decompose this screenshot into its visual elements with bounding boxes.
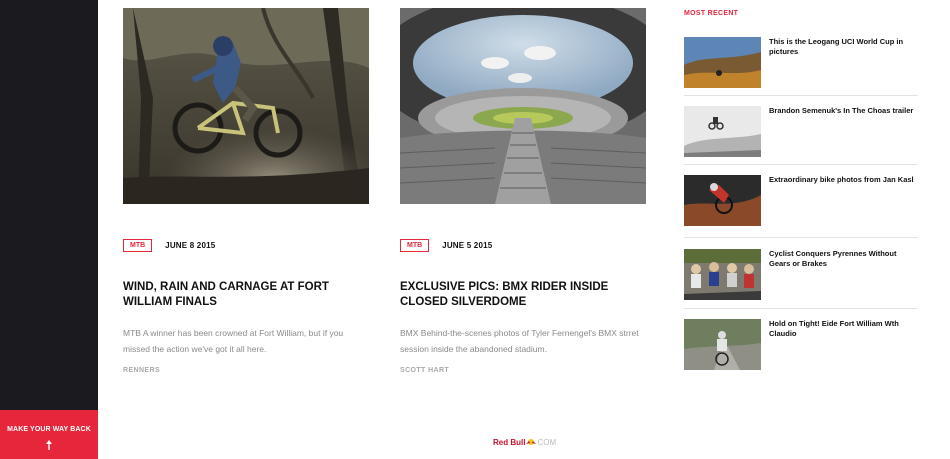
recent-item-title: Brandon Semenuk's In The Choas trailer — [769, 106, 914, 115]
divider — [684, 95, 918, 96]
recent-item-title: This is the Leogang UCI World Cup in pic… — [769, 37, 904, 56]
article-author[interactable]: SCOTT HART — [400, 367, 449, 374]
redbull-logo[interactable]: Red Bull COM — [493, 433, 556, 451]
back-to-top-button[interactable]: MAKE YOUR WAY BACK — [0, 410, 98, 459]
divider — [684, 237, 918, 238]
category-tag[interactable]: MTB — [400, 239, 430, 252]
logo-brand-text: Red Bull — [493, 437, 526, 447]
article-date: JUNE 5 2015 — [442, 241, 493, 250]
sidebar — [0, 0, 98, 459]
article-author[interactable]: RENNERS — [123, 367, 160, 374]
recent-item[interactable]: Hold on Tight! Eide Fort William Wth Cla… — [684, 319, 918, 379]
article-card: MTB JUNE 8 2015 WIND, RAIN AND CARNAGE A… — [123, 8, 369, 374]
article-meta: MTB JUNE 8 2015 — [123, 239, 215, 252]
recent-item-title: Hold on Tight! Eide Fort William Wth Cla… — [769, 319, 899, 338]
article-excerpt: BMX Behind-the-scenes photos of Tyler Fe… — [400, 328, 639, 354]
article-title[interactable]: EXCLUSIVE PICS: BMX RIDER INSIDE CLOSED … — [400, 280, 646, 310]
recent-thumbnail — [684, 106, 761, 157]
recent-thumbnail — [684, 175, 761, 226]
category-tag[interactable]: MTB — [123, 239, 153, 252]
most-recent-heading: MOST RECENT — [684, 10, 739, 17]
article-excerpt: MTB A winner has been crowned at Fort Wi… — [123, 328, 344, 354]
recent-item[interactable]: Extraordinary bike photos from Jan Kasl — [684, 175, 918, 235]
recent-thumbnail — [684, 319, 761, 370]
back-to-top-label: MAKE YOUR WAY BACK — [7, 426, 91, 433]
mtb-rider-photo[interactable] — [123, 8, 369, 204]
stadium-photo[interactable] — [400, 8, 646, 204]
recent-thumbnail — [684, 249, 761, 300]
bull-emblem-icon — [526, 433, 537, 451]
arrow-up-icon — [0, 437, 98, 455]
recent-item-title: Extraordinary bike photos from Jan Kasl — [769, 175, 914, 184]
divider — [684, 164, 918, 165]
article-date: JUNE 8 2015 — [165, 241, 216, 250]
article-card: MTB JUNE 5 2015 EXCLUSIVE PICS: BMX RIDE… — [400, 8, 646, 374]
article-title[interactable]: WIND, RAIN AND CARNAGE AT FORT WILLIAM F… — [123, 280, 369, 310]
recent-item[interactable]: Brandon Semenuk's In The Choas trailer — [684, 106, 918, 166]
logo-suffix-text: COM — [537, 437, 557, 447]
recent-item[interactable]: Cyclist Conquers Pyrennes Without Gears … — [684, 249, 918, 309]
recent-thumbnail — [684, 37, 761, 88]
divider — [684, 308, 918, 309]
recent-item[interactable]: This is the Leogang UCI World Cup in pic… — [684, 37, 918, 97]
article-meta: MTB JUNE 5 2015 — [400, 239, 492, 252]
recent-item-title: Cyclist Conquers Pyrennes Without Gears … — [769, 249, 897, 268]
